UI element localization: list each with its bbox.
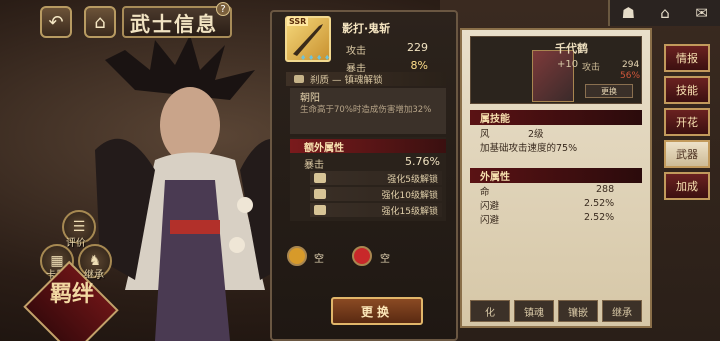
lock-icon — [314, 205, 326, 215]
back-arrow-icon: ↶ — [48, 11, 64, 33]
lock-icon — [314, 189, 326, 199]
rp-extra-title: 外属性 — [480, 172, 510, 183]
side-tab-bonus[interactable]: 加成 — [664, 172, 710, 200]
side-tab-bloom[interactable]: 开花 — [664, 108, 710, 136]
rp-extra-label: 闪避 — [480, 215, 500, 226]
rp-attack-label: 攻击 — [582, 63, 601, 73]
rp-bottom-tabs: 化 镇魂 镶嵌 继承 — [470, 300, 642, 322]
rp-skill-title: 属技能 — [480, 114, 510, 125]
attack-value: 229 — [407, 41, 428, 54]
top-right-toolbar: ☗ ⌂ ✉ — [608, 0, 720, 26]
rp-extra-value: 288 — [596, 184, 615, 195]
tab-inherit[interactable]: 继承 — [602, 300, 642, 322]
home-icon: ⌂ — [94, 11, 106, 33]
skill-description: 生命高于70%时造成伤害增加32% — [300, 105, 432, 115]
weapon-name: 影打·鬼斩 — [342, 22, 391, 35]
weapon-thumbnail — [532, 50, 574, 102]
side-tab-info[interactable]: 情报 — [664, 44, 710, 72]
rp-change-button[interactable]: 更换 — [585, 84, 633, 98]
home-button[interactable]: ⌂ — [84, 6, 116, 38]
gem-slot-red[interactable] — [352, 246, 372, 266]
rp-crit-value: 56% — [620, 71, 641, 81]
lock-text: 强化5级解锁 — [387, 174, 438, 185]
crit-value: 8% — [410, 59, 428, 72]
character-icon[interactable]: ☗ — [610, 0, 647, 26]
page-title: 武士信息 — [130, 12, 218, 36]
skill-unlock-text: 刹质 — 镇魂解锁 — [310, 75, 383, 86]
side-tab-skill[interactable]: 技能 — [664, 76, 710, 104]
rp-extra-label: 命 — [480, 187, 490, 198]
attack-label: 攻击 — [346, 46, 366, 57]
rp-attack-value: 294 — [622, 60, 640, 70]
star-icon: ♦ — [300, 54, 307, 62]
kizuna-label: 羁绊 — [50, 281, 95, 307]
locked-attribute-row: 强化5级解锁 — [310, 171, 442, 185]
change-weapon-button[interactable]: 更换 — [331, 297, 423, 325]
gem-slot-label: 空 — [380, 254, 390, 265]
review-icon: ☰ — [72, 219, 86, 235]
locked-attribute-row: 强化15级解锁 — [310, 203, 442, 217]
weapon-level: +10 — [557, 59, 579, 70]
rp-extra-label: 闪避 — [480, 201, 500, 212]
lock-icon — [294, 75, 304, 83]
extra-crit-label: 暴击 — [304, 160, 324, 171]
lock-text: 强化15级解锁 — [381, 206, 438, 217]
review-label: 评价 — [66, 238, 86, 249]
lock-text: 强化10级解锁 — [381, 190, 438, 201]
star-icon: ♦ — [316, 54, 323, 62]
equipped-weapon-name: 千代鹤 — [555, 42, 588, 55]
tab-soul[interactable]: 镇魂 — [514, 300, 554, 322]
locked-attribute-row: 强化10级解锁 — [310, 187, 442, 201]
home-icon[interactable]: ⌂ — [647, 0, 684, 26]
skill-name: 朝阳 — [300, 93, 320, 104]
extra-crit-value: 5.76% — [405, 155, 440, 168]
rp-skill-desc: 加基础攻击速度的75% — [480, 143, 578, 154]
tab-inlay[interactable]: 镶嵌 — [558, 300, 598, 322]
extra-attributes-title: 额外属性 — [304, 143, 344, 154]
tab-enhance[interactable]: 化 — [470, 300, 510, 322]
rp-skill-name: 风 — [480, 129, 490, 140]
gem-slot-gold[interactable] — [287, 246, 307, 266]
mail-icon[interactable]: ✉ — [683, 0, 720, 26]
lock-icon — [314, 173, 326, 183]
skill-unlock-bar: 刹质 — 镇魂解锁 — [286, 72, 446, 86]
gem-slot-label: 空 — [314, 254, 324, 265]
back-button[interactable]: ↶ — [40, 6, 72, 38]
rp-extra-value: 2.52% — [584, 198, 615, 209]
rarity-badge: SSR — [287, 17, 309, 26]
star-icon: ♦ — [308, 54, 315, 62]
star-icon: ♦ — [324, 54, 331, 62]
side-tab-weapon[interactable]: 武器 — [664, 140, 710, 168]
rp-skill-level: 2级 — [528, 129, 544, 140]
help-icon[interactable]: ? — [216, 2, 230, 16]
character-illustration — [95, 35, 295, 341]
rp-extra-value: 2.52% — [584, 212, 615, 223]
